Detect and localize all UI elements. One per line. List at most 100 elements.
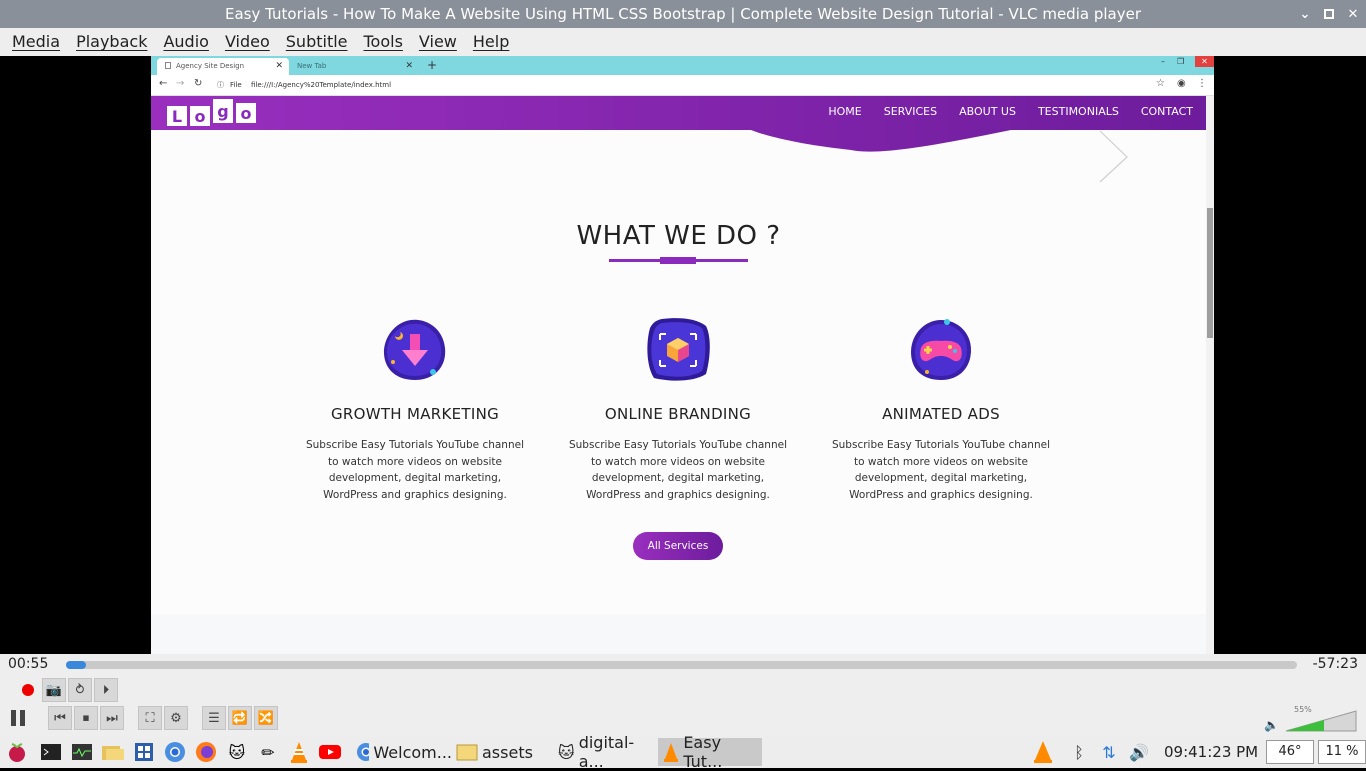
speaker-icon[interactable]: 🔈 <box>1264 718 1279 732</box>
clock[interactable]: 09:41:23 PM <box>1164 736 1258 768</box>
tab-label: Agency Site Design <box>176 62 245 70</box>
frame-step-icon[interactable]: ⏵ <box>94 678 118 702</box>
title-underline <box>609 257 748 264</box>
browser-tab-active: Agency Site Design ✕ <box>157 58 289 75</box>
menu-help[interactable]: Help <box>465 28 517 56</box>
task-chromium[interactable]: Welcom... <box>352 738 452 766</box>
reload-icon: ↻ <box>194 78 203 89</box>
site-logo[interactable]: L o g o <box>167 99 256 126</box>
pause-icon[interactable] <box>6 706 30 730</box>
vlc-icon <box>664 743 678 762</box>
info-icon: ⓘ <box>217 81 224 89</box>
playlist-icon[interactable]: ☰ <box>202 706 226 730</box>
menu-bar: Media Playback Audio Video Subtitle Tool… <box>0 28 1366 56</box>
logo-letter: o <box>236 103 256 123</box>
tab-label: New Tab <box>297 62 327 70</box>
maximize-icon[interactable] <box>1322 7 1336 21</box>
nav-about-us[interactable]: ABOUT US <box>959 105 1016 118</box>
next-icon[interactable]: ⏭ <box>100 706 124 730</box>
menu-view[interactable]: View <box>411 28 465 56</box>
window-titlebar: Easy Tutorials - How To Make A Website U… <box>0 0 1366 28</box>
more-icon: ⋮ <box>1197 78 1207 89</box>
close-icon[interactable]: ✕ <box>1346 7 1360 22</box>
video-area[interactable]: Agency Site Design ✕ New Tab ✕ + – ❐ ✕ ←… <box>0 56 1366 654</box>
menu-video[interactable]: Video <box>217 28 278 56</box>
image-viewer-icon[interactable]: 🐱 <box>224 739 250 765</box>
snapshot-icon[interactable]: 📷 <box>42 678 66 702</box>
minimize-icon: – <box>1161 57 1165 66</box>
previous-icon[interactable]: ⏮ <box>48 706 72 730</box>
remaining-time[interactable]: -57:23 <box>1313 656 1358 672</box>
chevron-down-icon[interactable]: ⌄ <box>1298 7 1312 22</box>
seek-progress <box>66 661 86 669</box>
service-title: ANIMATED ADS <box>882 405 1000 423</box>
image-viewer-icon: 🐱 <box>558 742 575 762</box>
loop-icon[interactable]: 🔁 <box>228 706 252 730</box>
taskbar: 🐱 ✏ Welcom... assets 🐱 digital-a... Easy… <box>0 733 1366 771</box>
temperature-monitor: 46° <box>1266 740 1314 764</box>
scrollbar-thumb[interactable] <box>1207 208 1213 338</box>
service-text: Subscribe Easy Tutorials YouTube channel… <box>831 439 1050 501</box>
logo-letter: L <box>167 106 187 126</box>
growth-arrow-icon <box>383 319 446 380</box>
vlc-icon[interactable] <box>286 739 312 765</box>
shuffle-icon[interactable]: 🔀 <box>254 706 278 730</box>
profile-icon: ◉ <box>1177 78 1186 89</box>
task-image-viewer[interactable]: 🐱 digital-a... <box>554 733 656 771</box>
browser-tab: New Tab ✕ <box>289 58 419 75</box>
menu-tools[interactable]: Tools <box>356 28 411 56</box>
logo-letter: o <box>190 106 210 126</box>
menu-media[interactable]: Media <box>4 28 68 56</box>
stop-icon[interactable]: ⏹ <box>74 706 98 730</box>
menu-audio[interactable]: Audio <box>155 28 216 56</box>
browser-window: Agency Site Design ✕ New Tab ✕ + – ❐ ✕ ←… <box>151 56 1214 654</box>
task-label: assets <box>482 742 533 762</box>
volume-tray-icon[interactable]: 🔊 <box>1126 739 1152 765</box>
extended-settings-icon[interactable]: ⚙ <box>164 706 188 730</box>
nav-home[interactable]: HOME <box>828 105 861 118</box>
raspberry-menu-icon[interactable] <box>4 739 30 765</box>
firefox-icon[interactable] <box>193 739 219 765</box>
browser-tab-strip: Agency Site Design ✕ New Tab ✕ + – ❐ ✕ <box>151 56 1214 75</box>
volume-level: 55% <box>1294 705 1312 714</box>
network-icon[interactable]: ⇅ <box>1096 739 1122 765</box>
site-nav: HOME SERVICES ABOUT US TESTIMONIALS CONT… <box>828 105 1193 118</box>
record-icon[interactable] <box>16 678 40 702</box>
menu-playback[interactable]: Playback <box>68 28 155 56</box>
close-icon: ✕ <box>275 61 283 71</box>
loop-ab-icon[interactable]: ⥁ <box>68 678 92 702</box>
close-icon: ✕ <box>405 61 413 71</box>
restore-icon: ❐ <box>1177 57 1185 66</box>
file-manager-icon[interactable] <box>100 739 126 765</box>
nav-services[interactable]: SERVICES <box>884 105 937 118</box>
back-arrow-icon: ← <box>159 78 168 89</box>
task-vlc[interactable]: Easy Tut... <box>658 733 762 771</box>
volume-slider[interactable]: 55% <box>1284 705 1358 732</box>
task-file-manager[interactable]: assets <box>452 738 552 766</box>
nav-contact[interactable]: CONTACT <box>1141 105 1193 118</box>
youtube-icon[interactable] <box>317 739 343 765</box>
task-manager-icon[interactable] <box>69 739 95 765</box>
chromium-icon <box>357 743 370 761</box>
task-label: digital-a... <box>578 733 635 771</box>
fullscreen-icon[interactable]: ⛶ <box>138 706 162 730</box>
text-editor-icon[interactable]: ✏ <box>255 739 281 765</box>
next-section-strip <box>151 614 1206 654</box>
player-controls: 00:55 -57:23 📷 ⥁ ⏵ ⏮ ⏹ ⏭ ⛶ ⚙ ☰ 🔁 🔀 55% 🔈 <box>0 654 1366 736</box>
chevron-right-icon[interactable] <box>1099 130 1129 184</box>
url-scheme: File <box>230 81 242 89</box>
section-title: WHAT WE DO ? <box>576 221 781 251</box>
seek-bar[interactable] <box>66 661 1297 669</box>
url-text: file:///I:/Agency%20Template/index.html <box>251 81 392 89</box>
gamepad-icon <box>911 319 971 380</box>
vlc-tray-icon[interactable] <box>1030 739 1056 765</box>
chromium-icon[interactable] <box>162 739 188 765</box>
scrollbar[interactable] <box>1206 96 1214 654</box>
terminal-icon[interactable] <box>38 739 64 765</box>
all-services-button[interactable]: All Services <box>633 532 723 560</box>
nav-testimonials[interactable]: TESTIMONIALS <box>1038 105 1119 118</box>
calculator-icon[interactable] <box>131 739 157 765</box>
bluetooth-icon[interactable]: ᛒ <box>1066 739 1092 765</box>
window-title: Easy Tutorials - How To Make A Website U… <box>225 5 1141 23</box>
menu-subtitle[interactable]: Subtitle <box>278 28 356 56</box>
